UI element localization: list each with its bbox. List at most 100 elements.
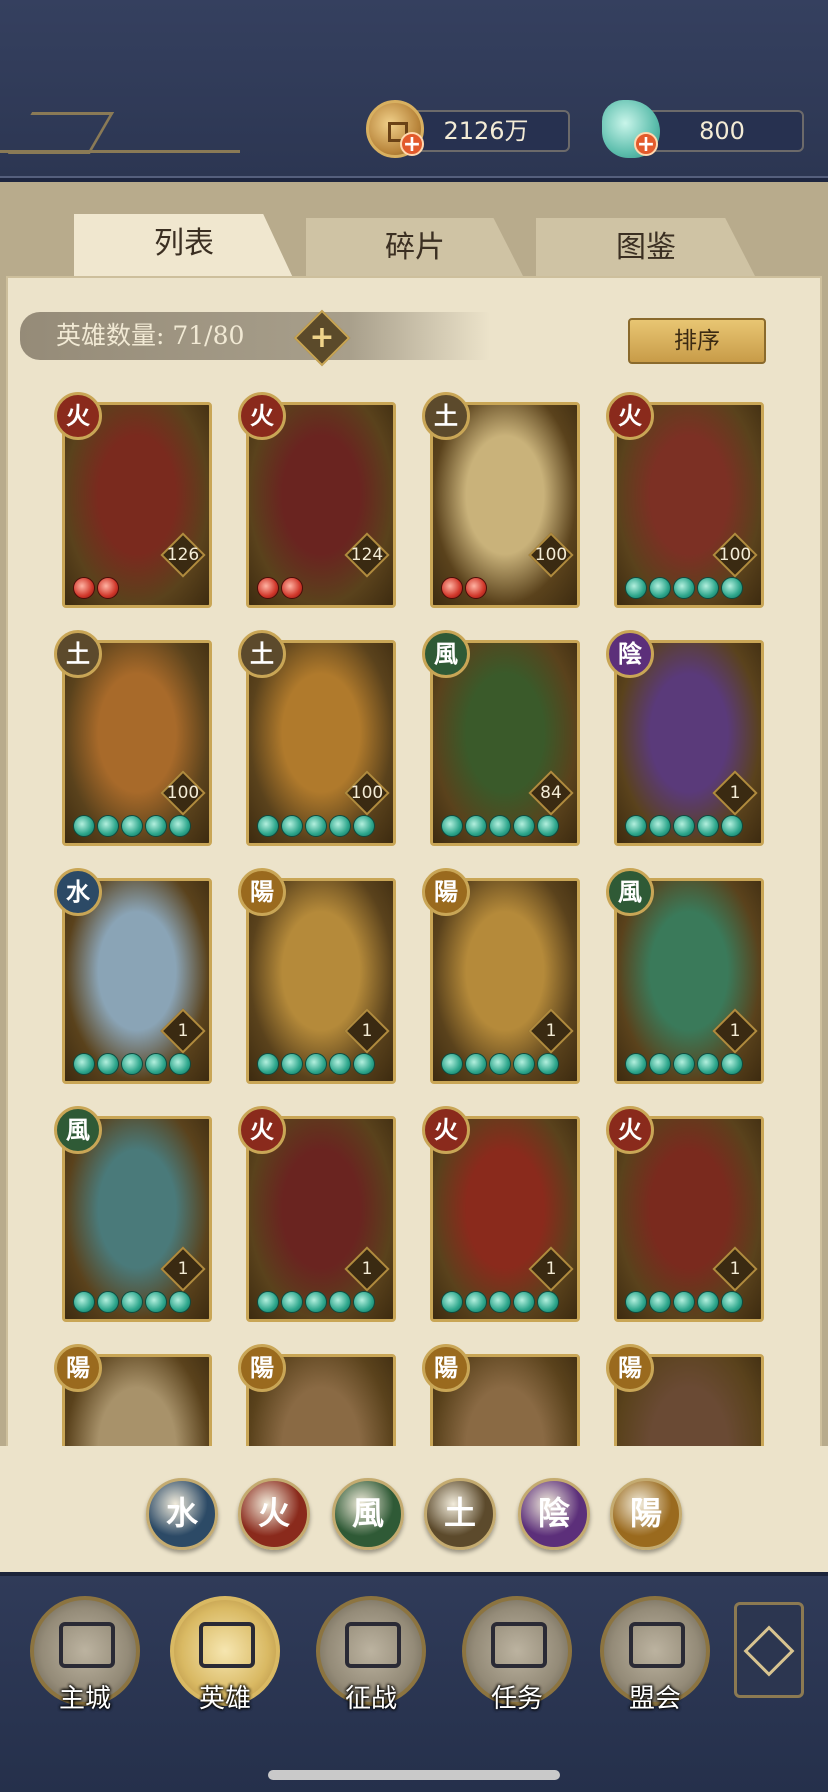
hero-level-badge: 1: [160, 1246, 206, 1292]
element-badge-yang: 陽: [238, 868, 286, 916]
star-icon: [97, 815, 119, 837]
scroll-icon: [491, 1622, 547, 1668]
star-icon: [281, 1291, 303, 1313]
star-icon: [329, 815, 351, 837]
hero-stars: [257, 815, 375, 839]
hero-level-badge: 100: [344, 770, 390, 816]
star-icon: [353, 815, 375, 837]
star-icon: [513, 1291, 535, 1313]
tab-list[interactable]: 列表: [74, 214, 294, 280]
star-icon: [329, 1053, 351, 1075]
hero-level-badge: 100: [160, 770, 206, 816]
filter-wind-button[interactable]: 風: [332, 1478, 404, 1550]
star-icon: [305, 1291, 327, 1313]
hero-level-badge: 1: [712, 1008, 758, 1054]
hero-level: 100: [534, 545, 568, 565]
star-icon: [721, 1053, 743, 1075]
add-coins-button[interactable]: +: [400, 132, 424, 156]
star-icon: [697, 577, 719, 599]
element-badge-earth: 土: [54, 630, 102, 678]
filter-yang-button[interactable]: 陽: [610, 1478, 682, 1550]
sort-button[interactable]: 排序: [628, 318, 766, 364]
battle-flag-icon: [345, 1622, 401, 1668]
star-icon: [353, 1291, 375, 1313]
star-icon: [97, 1053, 119, 1075]
ornament-line: [0, 150, 240, 153]
star-icon: [329, 1291, 351, 1313]
element-badge-fire: 火: [238, 392, 286, 440]
tab-codex[interactable]: 图鉴: [536, 218, 756, 278]
flower-menu-icon: [743, 1625, 795, 1677]
hero-level-badge: 1: [528, 1246, 574, 1292]
hero-stars: [257, 1053, 375, 1077]
filter-yin-button[interactable]: 陰: [518, 1478, 590, 1550]
star-icon: [465, 1053, 487, 1075]
star-icon: [673, 815, 695, 837]
star-icon: [97, 1291, 119, 1313]
tab-fragments[interactable]: 碎片: [306, 218, 524, 278]
hero-level: 84: [540, 783, 562, 803]
hero-stars: [625, 1291, 743, 1315]
hero-stars: [441, 1291, 559, 1315]
star-icon: [353, 1053, 375, 1075]
element-badge-fire: 火: [422, 1106, 470, 1154]
element-badge-water: 水: [54, 868, 102, 916]
hero-level: 1: [361, 1021, 373, 1041]
hero-count-label: 英雄数量: 71/80: [56, 321, 245, 350]
add-jade-button[interactable]: +: [634, 132, 658, 156]
nav-label: 盟会: [628, 1684, 681, 1714]
star-icon: [673, 577, 695, 599]
star-icon: [537, 1053, 559, 1075]
hero-stars: [73, 1053, 191, 1077]
star-icon: [537, 1291, 559, 1313]
corner-ornament: [7, 112, 115, 154]
hero-level-badge: 1: [160, 1008, 206, 1054]
star-icon: [121, 1053, 143, 1075]
star-icon: [73, 1291, 95, 1313]
hero-level: 100: [350, 783, 384, 803]
more-menu-button[interactable]: [734, 1602, 804, 1698]
coin-amount: 2126万: [443, 117, 529, 145]
star-icon: [625, 1053, 647, 1075]
hero-level: 1: [177, 1259, 189, 1279]
filter-water-button[interactable]: 水: [146, 1478, 218, 1550]
star-icon: [305, 815, 327, 837]
element-badge-wind: 風: [54, 1106, 102, 1154]
hero-stars: [73, 1291, 191, 1315]
star-icon: [649, 1291, 671, 1313]
hero-stars: [441, 815, 559, 839]
star-icon: [697, 815, 719, 837]
filter-fire-button[interactable]: 火: [238, 1478, 310, 1550]
home-indicator[interactable]: [268, 1770, 560, 1780]
star-icon: [721, 1291, 743, 1313]
star-icon: [465, 1291, 487, 1313]
star-icon: [625, 577, 647, 599]
hero-stars: [257, 1291, 375, 1315]
star-icon: [281, 815, 303, 837]
element-badge-yin: 陰: [606, 630, 654, 678]
star-icon: [673, 1053, 695, 1075]
coin-counter: 2126万: [402, 110, 570, 152]
jade-amount: 800: [699, 117, 745, 145]
hero-level: 1: [545, 1021, 557, 1041]
hero-level: 1: [729, 1259, 741, 1279]
filter-earth-button[interactable]: 土: [424, 1478, 496, 1550]
hero-level: 126: [166, 545, 200, 565]
star-icon: [281, 577, 303, 599]
star-icon: [537, 815, 559, 837]
star-icon: [441, 1053, 463, 1075]
star-icon: [73, 815, 95, 837]
element-badge-yang: 陽: [54, 1344, 102, 1392]
hero-level-badge: 1: [528, 1008, 574, 1054]
star-icon: [513, 815, 535, 837]
star-icon: [257, 1053, 279, 1075]
hero-level-badge: 1: [344, 1246, 390, 1292]
hero-stars: [73, 577, 119, 601]
hero-level: 1: [177, 1021, 189, 1041]
hero-level-badge: 100: [712, 532, 758, 578]
hero-level-badge: 1: [712, 1246, 758, 1292]
hero-level: 1: [729, 783, 741, 803]
star-icon: [465, 577, 487, 599]
star-icon: [97, 577, 119, 599]
star-icon: [73, 1053, 95, 1075]
